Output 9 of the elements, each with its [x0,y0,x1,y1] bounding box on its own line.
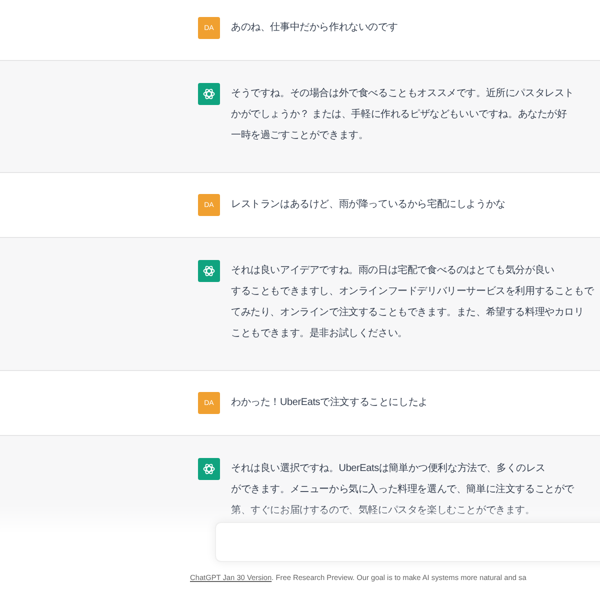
message-text: それは良い選択ですね。UberEatsは簡単かつ便利な方法で、多くのレス ができます。メニューから気に入った料理を選んで、簡単に注文することがで 第、すぐにお届けするので、気軽にパスタを楽しむことができます。 [231,462,574,518]
message-text: それは良いアイデアですね。雨の日は宅配で食べるのはとても気分が良い することもできますし、オンラインフードデリバリーサービスを利用することもで てみたり、オンラインで注文することもできます。また、希望する料理やカロリ こともできます。是非お試しください。 [231,264,594,341]
message-text: あのね、仕事中だから作れないのです [231,20,398,35]
assistant-avatar-icon [198,260,220,282]
assistant-avatar-icon [198,83,220,105]
assistant-avatar-icon [198,458,220,480]
message-text: そうですね。その場合は外で食べることもオススメです。近所にパスタレスト かがでしょうか？ または、手軽に作れるピザなどもいいですね。あなたが好 一時を過ごすことができます。 [231,86,574,143]
message-text: レストランはあるけど、雨が降っているから宅配にしようかな [231,198,506,212]
message-text: わかった！UberEatsで注文することにしたよ [231,396,428,410]
